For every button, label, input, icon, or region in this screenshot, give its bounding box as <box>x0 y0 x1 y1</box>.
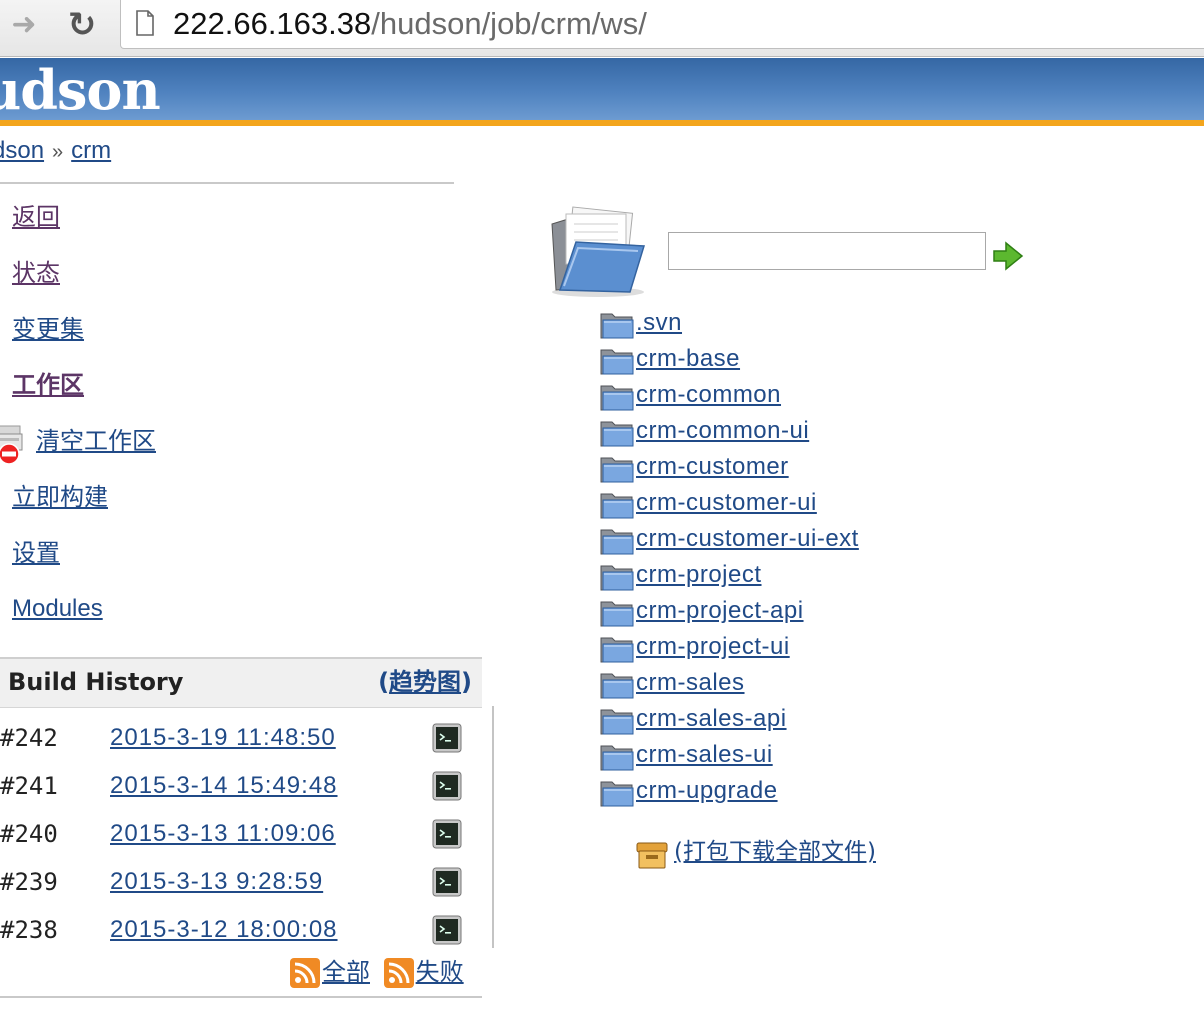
build-history-panel: Build History (趋势图) #242 2015-3-19 11:48… <box>0 657 482 999</box>
console-icon[interactable] <box>432 867 462 897</box>
directory-link[interactable]: crm-base <box>636 342 740 376</box>
folder-icon <box>600 457 634 483</box>
build-row: #241 2015-3-14 15:49:48 <box>0 763 482 811</box>
task-back[interactable]: 返回 <box>12 202 60 232</box>
trend-close-paren: ) <box>461 668 472 696</box>
directory-link[interactable]: crm-common <box>636 378 781 412</box>
build-history-bottom-rule <box>0 996 482 998</box>
build-date-link[interactable]: 2015-3-13 11:09:06 <box>110 819 336 849</box>
build-date-link[interactable]: 2015-3-13 9:28:59 <box>110 867 323 897</box>
build-row: #240 2015-3-13 11:09:06 <box>0 811 482 859</box>
wipe-workspace-icon[interactable] <box>0 424 26 466</box>
build-history-header: Build History (趋势图) <box>0 657 482 708</box>
build-history-title: Build History <box>8 668 184 696</box>
package-icon <box>636 842 668 869</box>
task-configure[interactable]: 设置 <box>12 538 60 568</box>
folder-icon <box>600 421 634 447</box>
console-icon[interactable] <box>432 819 462 849</box>
folder-icon <box>600 385 634 411</box>
directory-link[interactable]: crm-sales-ui <box>636 738 773 772</box>
task-status[interactable]: 状态 <box>12 258 60 288</box>
url-text: 222.66.163.38/hudson/job/crm/ws/ <box>173 4 647 44</box>
task-changes[interactable]: 变更集 <box>12 314 84 344</box>
folder-icon <box>600 673 634 699</box>
build-date-link[interactable]: 2015-3-14 15:49:48 <box>110 771 338 801</box>
folder-icon <box>600 313 634 339</box>
feed-failed-link[interactable]: 失败 <box>416 958 464 986</box>
url-path: /hudson/job/crm/ws/ <box>371 6 647 41</box>
console-icon[interactable] <box>432 915 462 945</box>
directory-link[interactable]: crm-customer <box>636 450 789 484</box>
build-row: #242 2015-3-19 11:48:50 <box>0 715 482 763</box>
folder-icon <box>600 781 634 807</box>
go-arrow-icon[interactable] <box>992 240 1024 272</box>
console-icon[interactable] <box>432 723 462 753</box>
directory-link[interactable]: crm-project <box>636 558 762 592</box>
task-build-now[interactable]: 立即构建 <box>12 482 108 512</box>
breadcrumb-separator: » <box>52 141 64 163</box>
trend-open-paren: ( <box>378 668 390 696</box>
folder-icon <box>600 529 634 555</box>
folder-icon <box>600 637 634 663</box>
breadcrumb-hudson[interactable]: dson <box>0 137 44 164</box>
build-row: #239 2015-3-13 9:28:59 <box>0 859 482 907</box>
feed-all-link[interactable]: 全部 <box>322 958 370 986</box>
breadcrumb: dson » crm <box>0 136 111 167</box>
address-bar[interactable]: 222.66.163.38/hudson/job/crm/ws/ <box>120 0 1204 49</box>
header-stripe <box>0 120 1204 126</box>
rss-icon[interactable] <box>383 958 414 988</box>
directory-link[interactable]: crm-sales-api <box>636 702 787 736</box>
page-icon <box>136 10 154 36</box>
directory-link[interactable]: crm-common-ui <box>636 414 809 448</box>
directory-link[interactable]: crm-sales <box>636 666 745 700</box>
browser-toolbar: ➜ ↻ 222.66.163.38/hudson/job/crm/ws/ <box>0 0 1204 57</box>
task-workspace[interactable]: 工作区 <box>12 370 84 400</box>
build-number: #239 <box>0 868 58 896</box>
build-row: #238 2015-3-12 18:00:08 <box>0 907 482 955</box>
task-wipe-workspace[interactable]: 清空工作区 <box>36 426 156 456</box>
directory-link[interactable]: crm-customer-ui <box>636 486 817 520</box>
reload-icon[interactable]: ↻ <box>60 6 104 44</box>
forward-arrow-icon[interactable]: ➜ <box>4 8 44 42</box>
breadcrumb-divider <box>0 182 454 184</box>
directory-link[interactable]: crm-customer-ui-ext <box>636 522 859 556</box>
directory-link[interactable]: crm-project-api <box>636 594 804 628</box>
workspace-path-input[interactable] <box>668 232 986 270</box>
hudson-logo[interactable]: udson <box>0 60 161 120</box>
folder-icon <box>600 601 634 627</box>
build-date-link[interactable]: 2015-3-19 11:48:50 <box>110 723 336 753</box>
folder-icon <box>600 493 634 519</box>
directory-link[interactable]: crm-upgrade <box>636 774 778 808</box>
folder-icon <box>600 565 634 591</box>
build-number: #240 <box>0 820 58 848</box>
build-date-link[interactable]: 2015-3-12 18:00:08 <box>110 915 338 945</box>
breadcrumb-crm[interactable]: crm <box>71 137 111 164</box>
build-feeds: 全部 失败 <box>290 956 464 988</box>
build-number: #238 <box>0 916 58 944</box>
trend-link[interactable]: 趋势图 <box>389 668 461 696</box>
build-history-border <box>492 706 494 948</box>
trend-link-wrapper: (趋势图) <box>378 667 472 697</box>
build-number: #241 <box>0 772 58 800</box>
url-host: 222.66.163.38 <box>173 6 372 41</box>
hudson-header: udson <box>0 58 1204 120</box>
task-modules[interactable]: Modules <box>12 594 103 624</box>
build-number: #242 <box>0 724 58 752</box>
download-all-link[interactable]: (打包下载全部文件) <box>674 834 876 870</box>
workspace-folder-icon <box>551 206 645 297</box>
rss-icon[interactable] <box>290 958 320 988</box>
directory-link[interactable]: crm-project-ui <box>636 630 790 664</box>
console-icon[interactable] <box>432 771 462 801</box>
folder-icon <box>600 745 634 771</box>
folder-icon <box>600 349 634 375</box>
directory-link[interactable]: .svn <box>636 306 682 340</box>
folder-icon <box>600 709 634 735</box>
